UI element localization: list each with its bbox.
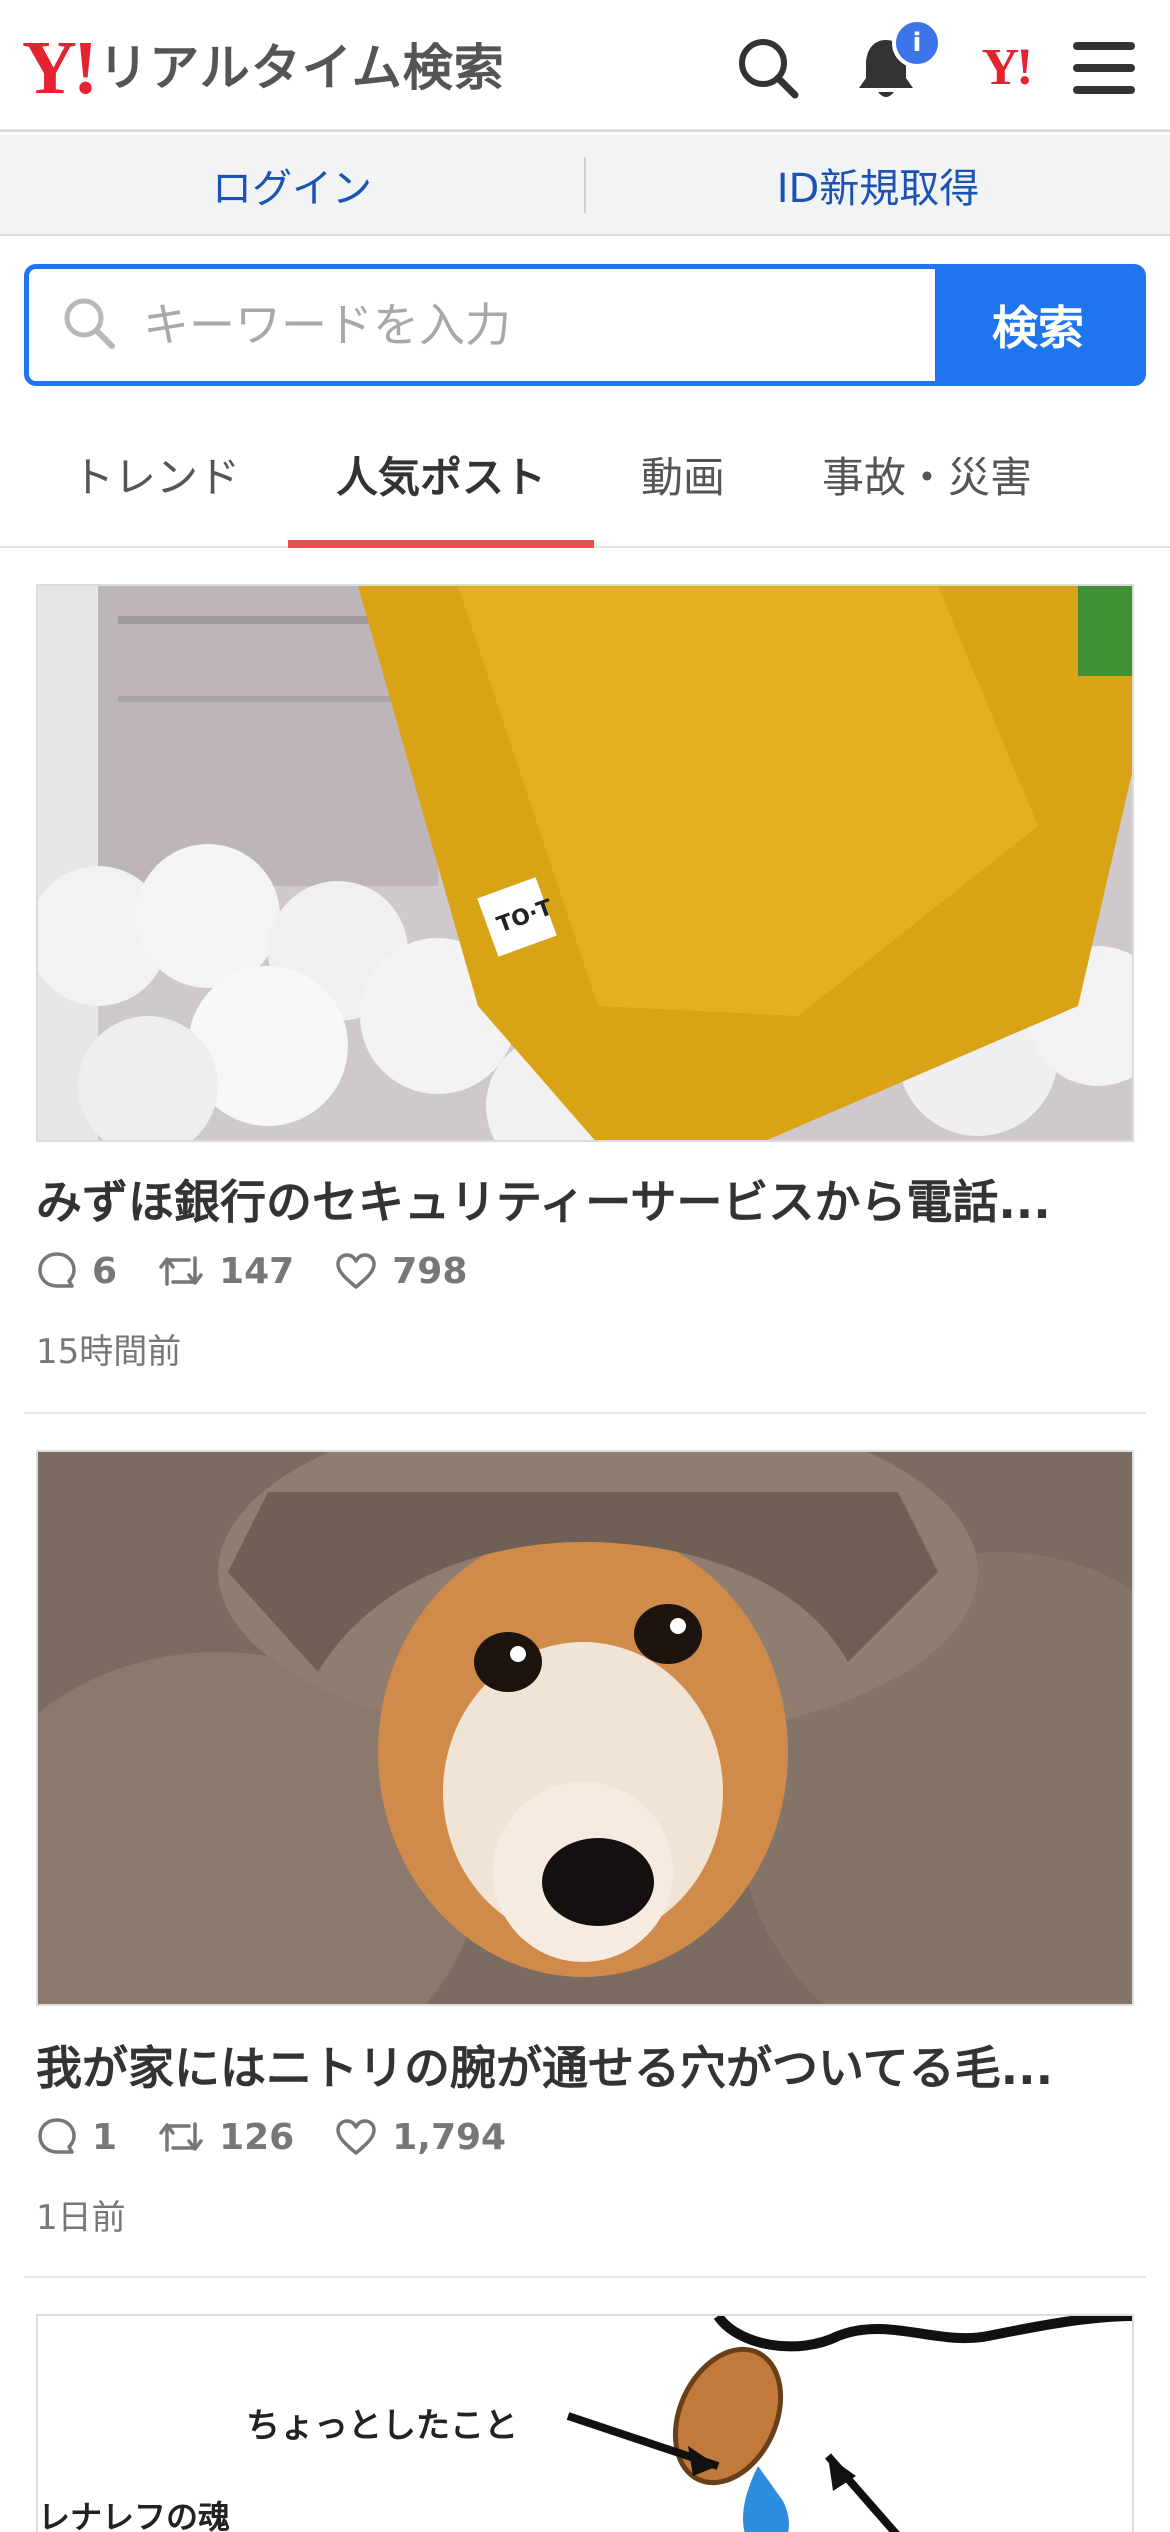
repost-count: 126 [157,2116,294,2158]
repost-count-value: 147 [219,1250,295,1292]
search-field [29,269,935,381]
tab-trend[interactable]: トレンド [40,402,272,546]
post-stats: 1 126 1,794 [36,2116,546,2158]
post-thumbnail[interactable]: ちょっとしたこと レナレフの魂 [36,2314,1134,2532]
like-count-value: 1,794 [392,2116,507,2158]
repost-icon [159,1256,203,1286]
yahoo-logo-mark: Y! [22,26,98,110]
post-card[interactable]: ちょっとしたこと レナレフの魂 [24,2314,1146,2532]
search-icon[interactable] [728,28,808,108]
repost-count: 147 [157,1250,294,1292]
repost-count-value: 126 [219,2116,295,2158]
post-thumbnail[interactable]: TO·T [36,584,1134,1142]
search-form: 検索 [24,264,1146,386]
reply-count: 1 [36,2116,117,2158]
image-caption-2: レナレフの魂 [38,2498,231,2532]
post-stats: 6 147 798 [36,1250,507,1292]
post-image-crane-game: TO·T [38,586,1132,1140]
like-count-value: 798 [392,1250,468,1292]
login-link[interactable]: ログイン [0,135,584,234]
reply-icon [38,2118,76,2154]
post-timestamp: 1日前 [36,2198,126,2238]
post-timestamp: 15時間前 [36,1332,182,1372]
yahoo-mini-logo: Y! [981,39,1034,96]
like-count: 798 [334,1251,467,1292]
account-bar: ログイン ID新規取得 [0,135,1170,236]
post-title[interactable]: みずほ銀行のセキュリティーサービスから電話... [36,1166,1134,1232]
yahoo-top-link[interactable]: Y! [966,28,1046,108]
heart-icon [336,1253,376,1289]
post-thumbnail[interactable] [36,1450,1134,2006]
notification-bell-icon[interactable]: i [846,18,942,108]
search-button[interactable]: 検索 [935,269,1141,381]
heart-icon [336,2119,376,2155]
reply-count-value: 1 [92,2116,118,2158]
notification-badge: i [892,18,942,68]
like-count: 1,794 [334,2117,506,2158]
tab-accidents-disasters[interactable]: 事故・災害 [790,402,1064,546]
reply-count-value: 6 [92,1250,118,1292]
post-title[interactable]: 我が家にはニトリの腕が通せる穴がついてる毛... [36,2032,1134,2098]
app-header: Y! リアルタイム検索 i Y! [0,0,1170,132]
category-tabs: トレンド 人気ポスト 動画 事故・災害 [0,402,1170,548]
reply-icon [38,1252,76,1288]
tab-videos[interactable]: 動画 [610,402,756,546]
post-card[interactable]: 我が家にはニトリの腕が通せる穴がついてる毛... 1 126 1,794 1日前 [24,1450,1146,2278]
site-title: リアルタイム検索 [98,39,505,97]
search-field-icon [61,295,117,355]
post-image-shiba-dog [38,1452,1132,2004]
search-input[interactable] [143,298,903,352]
reply-count: 6 [36,1250,117,1292]
tab-popular-posts[interactable]: 人気ポスト [288,402,594,548]
menu-icon[interactable] [1064,28,1144,108]
signup-link[interactable]: ID新規取得 [586,135,1170,234]
image-caption-1: ちょっとしたこと [246,2406,518,2446]
repost-icon [159,2122,203,2152]
post-card[interactable]: TO·T みずほ銀行のセキュリティーサービスから電話... 6 147 798 … [24,584,1146,1414]
site-logo[interactable]: Y! リアルタイム検索 [22,28,505,108]
